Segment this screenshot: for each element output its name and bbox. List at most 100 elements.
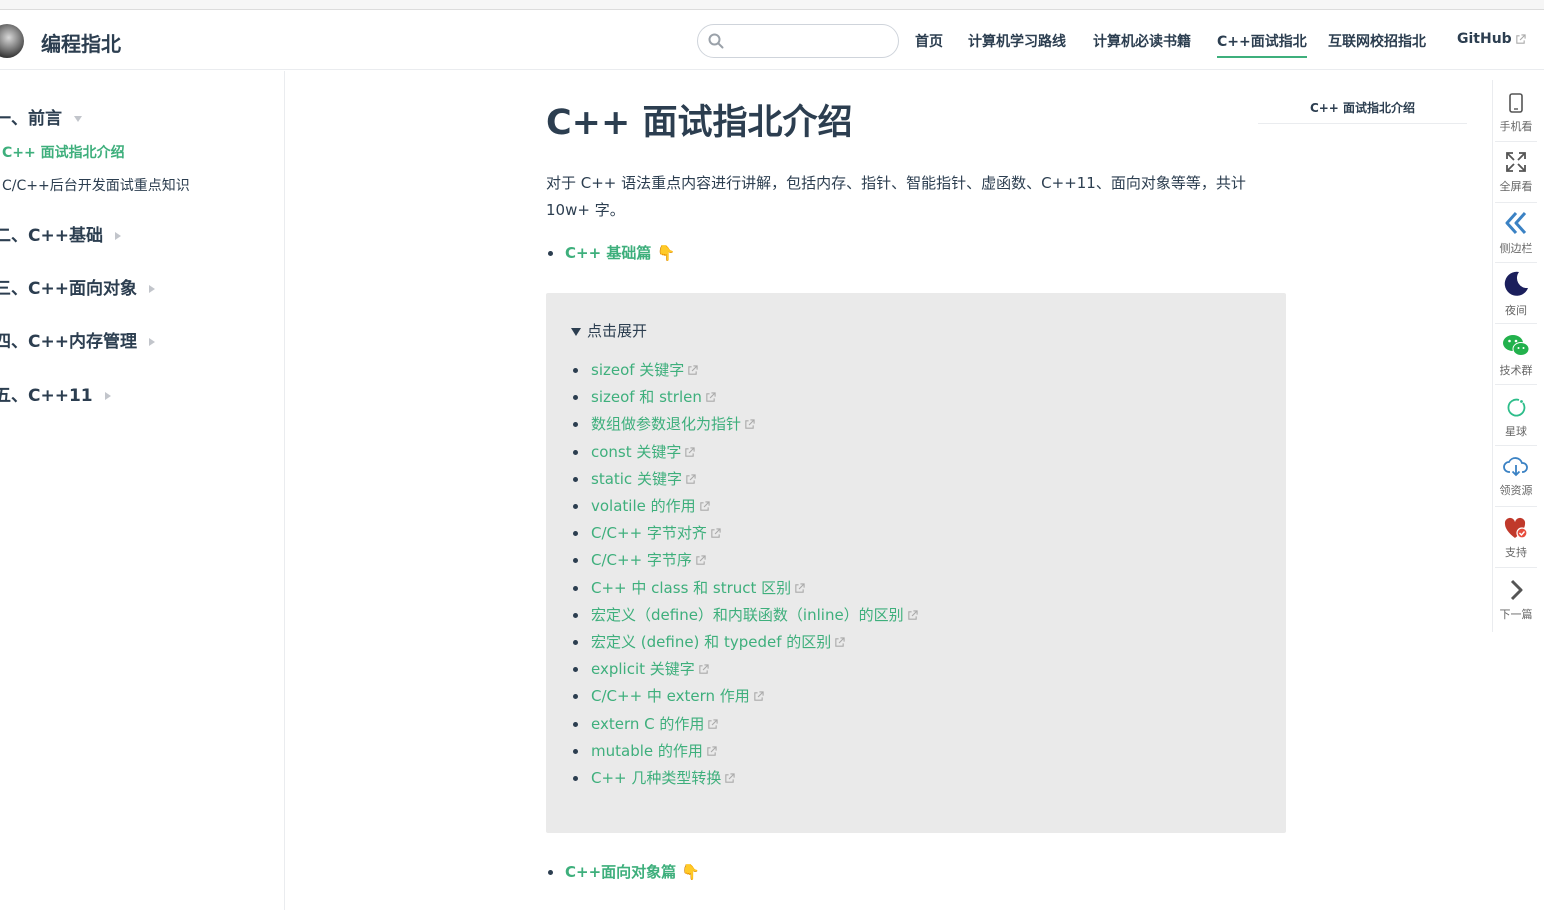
external-link-icon [1515,33,1526,44]
sidebar-group-preface[interactable]: 一、前言 [0,104,82,129]
caret-right-icon [148,285,155,293]
bullet-dot [573,748,578,754]
search-input[interactable] [730,31,890,53]
bullet-dot [573,449,578,455]
details-link[interactable]: 宏定义（define）和内联函数（inline）的区别 [591,604,918,625]
details-link[interactable]: volatile 的作用 [591,495,710,516]
details-link[interactable]: extern C 的作用 [591,713,719,734]
details-link-label: C/C++ 字节对齐 [591,524,707,543]
tool-sidebar[interactable]: 侧边栏 [1493,210,1539,256]
external-link-icon [725,773,736,783]
bullet-dot [573,612,578,618]
sidebar-group-cpp11[interactable]: 五、C++11 [0,381,111,406]
sidebar: 一、前言 C++ 面试指北介绍 C/C++后台开发面试重点知识 二、C++基础 … [0,71,285,910]
details-link[interactable]: C/C++ 中 extern 作用 [591,685,764,706]
tool-label: 星球 [1505,425,1527,438]
details-link-label: explicit 关键字 [591,660,695,679]
bullet-dot [573,667,578,673]
tool-label: 侧边栏 [1499,242,1533,255]
sidebar-group-cpp-memory[interactable]: 四、C++内存管理 [0,327,155,352]
double-chevron-left-icon [1505,211,1527,235]
details-link-label: mutable 的作用 [591,741,703,760]
sidebar-group-cpp-oop[interactable]: 三、C++面向对象 [0,274,155,299]
caret-right-icon [104,392,111,400]
nav-github-label: GitHub [1457,31,1512,47]
search-icon [708,33,724,49]
divider [1495,202,1537,203]
tool-support[interactable]: 支持 [1493,516,1539,560]
triangle-down-icon [571,327,581,336]
external-link-icon [835,637,845,647]
site-logo[interactable] [0,24,24,58]
external-link-icon [706,392,716,402]
sidebar-group-label: 四、C++内存管理 [0,332,137,352]
details-link[interactable]: const 关键字 [591,441,696,462]
tool-night-mode[interactable]: 夜间 [1493,270,1539,318]
details-link-label: 数组做参数退化为指针 [591,415,742,434]
section-link-basic[interactable]: C++ 基础篇 👇 [565,242,675,263]
details-link[interactable]: C/C++ 字节对齐 [591,522,721,543]
tool-planet[interactable]: 星球 [1493,397,1539,439]
tool-label: 夜间 [1505,304,1527,317]
caret-down-icon [74,116,82,122]
tool-mobile[interactable]: 手机看 [1493,92,1539,134]
nav-home[interactable]: 首页 [915,31,943,51]
external-link-icon [907,610,918,620]
browser-top-strip [0,0,1544,10]
bullet-dot [573,531,578,537]
bullet-dot [573,504,578,509]
caret-right-icon [114,232,121,240]
details-link[interactable]: static 关键字 [591,468,696,489]
details-link[interactable]: 宏定义 (define) 和 typedef 的区别 [591,631,845,652]
toc-item-intro[interactable]: C++ 面试指北介绍 [1258,96,1467,124]
tool-label: 支持 [1505,546,1527,559]
nav-github[interactable]: GitHub [1457,31,1526,47]
details-link-label: const 关键字 [591,442,682,461]
sidebar-item-backend-knowledge[interactable]: C/C++后台开发面试重点知识 [2,175,190,195]
bullet-dot [548,251,553,256]
page-title: C++ 面试指北介绍 [546,103,853,143]
divider [1495,506,1537,507]
tool-next-article[interactable]: 下一篇 [1493,578,1539,622]
details-link[interactable]: explicit 关键字 [591,658,709,679]
tool-tech-group[interactable]: 技术群 [1493,334,1539,378]
sidebar-group-cpp-basics[interactable]: 二、C++基础 [0,221,121,246]
tool-label: 领资源 [1499,484,1533,497]
details-summary[interactable]: 点击展开 [571,320,647,341]
moon-icon [1504,271,1528,296]
external-link-icon [711,528,721,538]
nav-must-read-books[interactable]: 计算机必读书籍 [1093,31,1191,51]
details-link-label: C/C++ 中 extern 作用 [591,687,750,706]
tool-label: 技术群 [1499,364,1533,377]
wechat-icon [1503,335,1530,356]
details-link-label: sizeof 和 strlen [591,388,702,407]
details-link-label: volatile 的作用 [591,497,696,515]
search-box[interactable] [697,24,899,58]
site-name[interactable]: 编程指北 [41,28,121,57]
external-link-icon [688,365,698,375]
tool-label: 手机看 [1499,120,1533,133]
external-link-icon [686,474,696,484]
details-link-label: C++ 几种类型转换 [591,769,722,787]
nav-campus-recruit[interactable]: 互联网校招指北 [1328,31,1426,51]
details-link[interactable]: C/C++ 字节序 [591,549,706,570]
bullet-dot [573,694,578,700]
details-link[interactable]: sizeof 和 strlen [591,386,716,407]
tool-fullscreen[interactable]: 全屏看 [1493,150,1539,194]
phone-icon [1509,93,1523,113]
planet-icon [1507,398,1526,417]
sidebar-item-cpp-intro[interactable]: C++ 面试指北介绍 [2,142,125,162]
details-link[interactable]: C++ 中 class 和 struct 区别 [591,577,805,598]
tool-label: 下一篇 [1499,608,1533,621]
details-link[interactable]: mutable 的作用 [591,740,717,761]
tool-resources[interactable]: 领资源 [1493,456,1539,498]
nav-learning-path[interactable]: 计算机学习路线 [968,31,1066,51]
bullet-dot [573,585,578,591]
nav-cpp-interview[interactable]: C++面试指北 [1217,31,1307,58]
details-link[interactable]: 数组做参数退化为指针 [591,413,755,434]
bullet-dot [573,395,578,401]
bullet-dot [573,558,578,564]
section-link-oop[interactable]: C++面向对象篇 👇 [565,861,700,882]
details-link[interactable]: sizeof 关键字 [591,359,698,380]
details-link[interactable]: C++ 几种类型转换 [591,767,736,788]
